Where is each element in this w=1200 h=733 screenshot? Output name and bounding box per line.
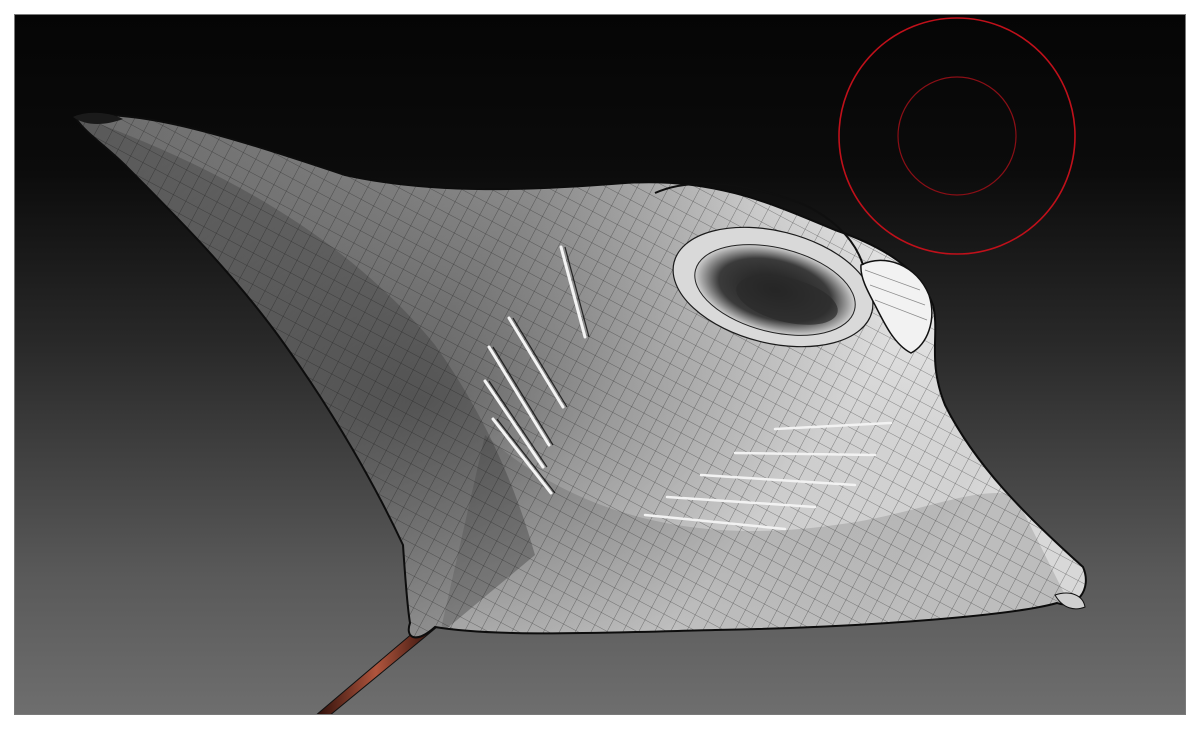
3d-viewport[interactable] (14, 14, 1186, 715)
manta-ray-mesh[interactable] (15, 15, 1186, 715)
brush-radius-cursor (838, 17, 1076, 255)
render-frame (0, 0, 1200, 733)
viewport-canvas[interactable] (15, 15, 1186, 715)
